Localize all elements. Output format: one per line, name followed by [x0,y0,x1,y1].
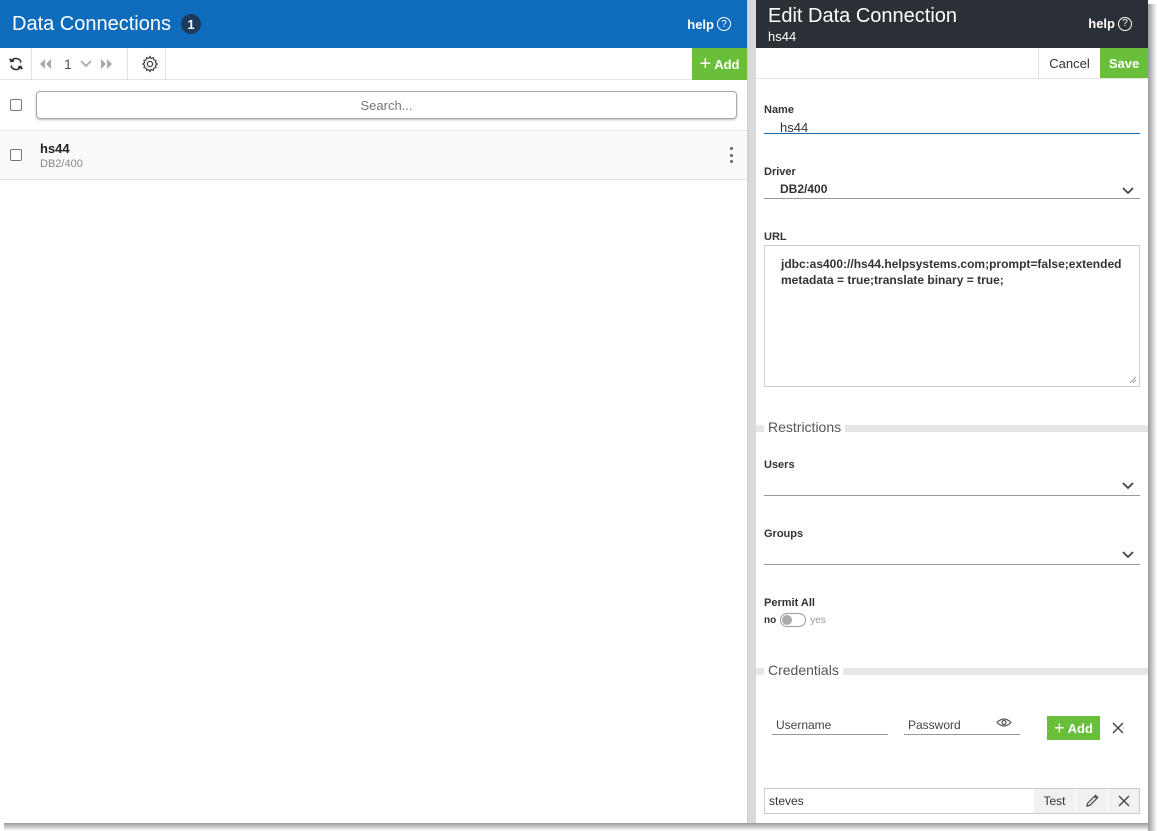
restrictions-title: Restrictions [764,419,846,435]
left-help-link[interactable]: help ? [687,17,731,32]
toolbar: 1 + Add [0,47,747,80]
panel-divider [748,0,756,823]
add-label: Add [1067,720,1093,736]
toggle-no-label: no [764,614,777,626]
edit-connection-panel: Edit Data Connection hs44 help ? Cancel … [756,0,1148,823]
row-checkbox[interactable] [10,149,22,161]
edit-subtitle: hs44 [768,29,797,44]
table-row[interactable]: hs44 DB2/400 [0,131,747,180]
edit-title: Edit Data Connection [768,5,958,27]
row-info: hs44 DB2/400 [40,141,83,170]
close-icon[interactable] [1110,720,1126,736]
more-vertical-icon[interactable] [727,145,735,165]
close-icon [1118,795,1129,807]
groups-select[interactable] [764,543,1140,565]
add-credential-button[interactable]: + Add [1047,716,1100,740]
groups-label: Groups [764,528,804,540]
name-value: hs44 [780,120,809,135]
credential-row: steves Test [764,788,1140,814]
pager: 1 [32,47,128,80]
add-connection-button[interactable]: + Add [692,48,747,80]
name-field[interactable] [764,118,1140,134]
permit-all-label: Permit All [764,597,815,609]
search-input[interactable] [36,91,737,119]
help-circle-icon: ? [717,17,731,31]
credentials-section: Credentials [756,662,1148,678]
toggle-yes-label: yes [810,614,826,626]
right-help-link[interactable]: help ? [1088,16,1132,31]
url-label: URL [764,231,787,243]
restrictions-section: Restrictions [756,419,1148,435]
resize-grip-icon[interactable] [1129,376,1137,384]
chevron-down-icon[interactable] [1122,551,1134,559]
window-shadow [1148,4,1157,831]
url-value: jdbc:as400://hs44.helpsystems.com;prompt… [781,257,1122,287]
pencil-icon [1085,794,1099,807]
connection-name: hs44 [40,140,70,156]
eye-icon[interactable] [996,717,1012,728]
test-button[interactable]: Test [1033,789,1075,813]
users-select[interactable] [764,474,1140,496]
save-button[interactable]: Save [1100,48,1148,78]
first-page-icon[interactable] [38,58,52,70]
credentials-title: Credentials [764,662,843,678]
help-label: help [687,16,714,32]
search-row [0,80,747,131]
permit-all-toggle[interactable] [780,613,807,627]
data-connections-panel: Data Connections 1 help ? 1 + Add Search… [0,0,748,823]
cancel-button[interactable]: Cancel [1038,48,1100,78]
help-label: help [1088,16,1115,31]
credential-username: steves [769,794,804,808]
left-header: Data Connections 1 help ? [0,0,747,48]
count-badge: 1 [180,14,201,34]
permit-all-toggle-row: no yes [764,613,826,627]
last-page-icon[interactable] [100,58,114,70]
chevron-down-icon[interactable] [1122,482,1134,490]
select-all-checkbox[interactable] [10,99,22,111]
page-title: Data Connections [12,12,171,35]
help-circle-icon: ? [1118,16,1132,31]
action-bar: Cancel Save [756,48,1148,79]
settings-button[interactable] [134,47,166,80]
plus-icon: + [699,53,712,75]
page-number[interactable]: 1 [64,56,72,72]
password-placeholder: Password [908,718,961,732]
gear-icon [141,54,158,73]
name-label: Name [764,104,794,116]
plus-icon: + [1054,718,1065,738]
driver-value: DB2/400 [780,182,828,196]
edit-button[interactable] [1075,789,1107,813]
driver-label: Driver [764,166,796,178]
add-label: Add [714,56,740,72]
right-header: Edit Data Connection hs44 help ? [756,0,1148,48]
username-input[interactable]: Username [772,718,888,735]
chevron-down-icon[interactable] [80,59,92,68]
url-textarea[interactable]: jdbc:as400://hs44.helpsystems.com;prompt… [764,245,1140,387]
window-shadow [4,823,1148,831]
refresh-button[interactable] [0,47,32,80]
delete-button[interactable] [1107,789,1139,813]
connection-driver: DB2/400 [40,157,83,170]
refresh-icon [8,57,23,70]
users-label: Users [764,459,795,471]
chevron-down-icon[interactable] [1122,187,1134,195]
